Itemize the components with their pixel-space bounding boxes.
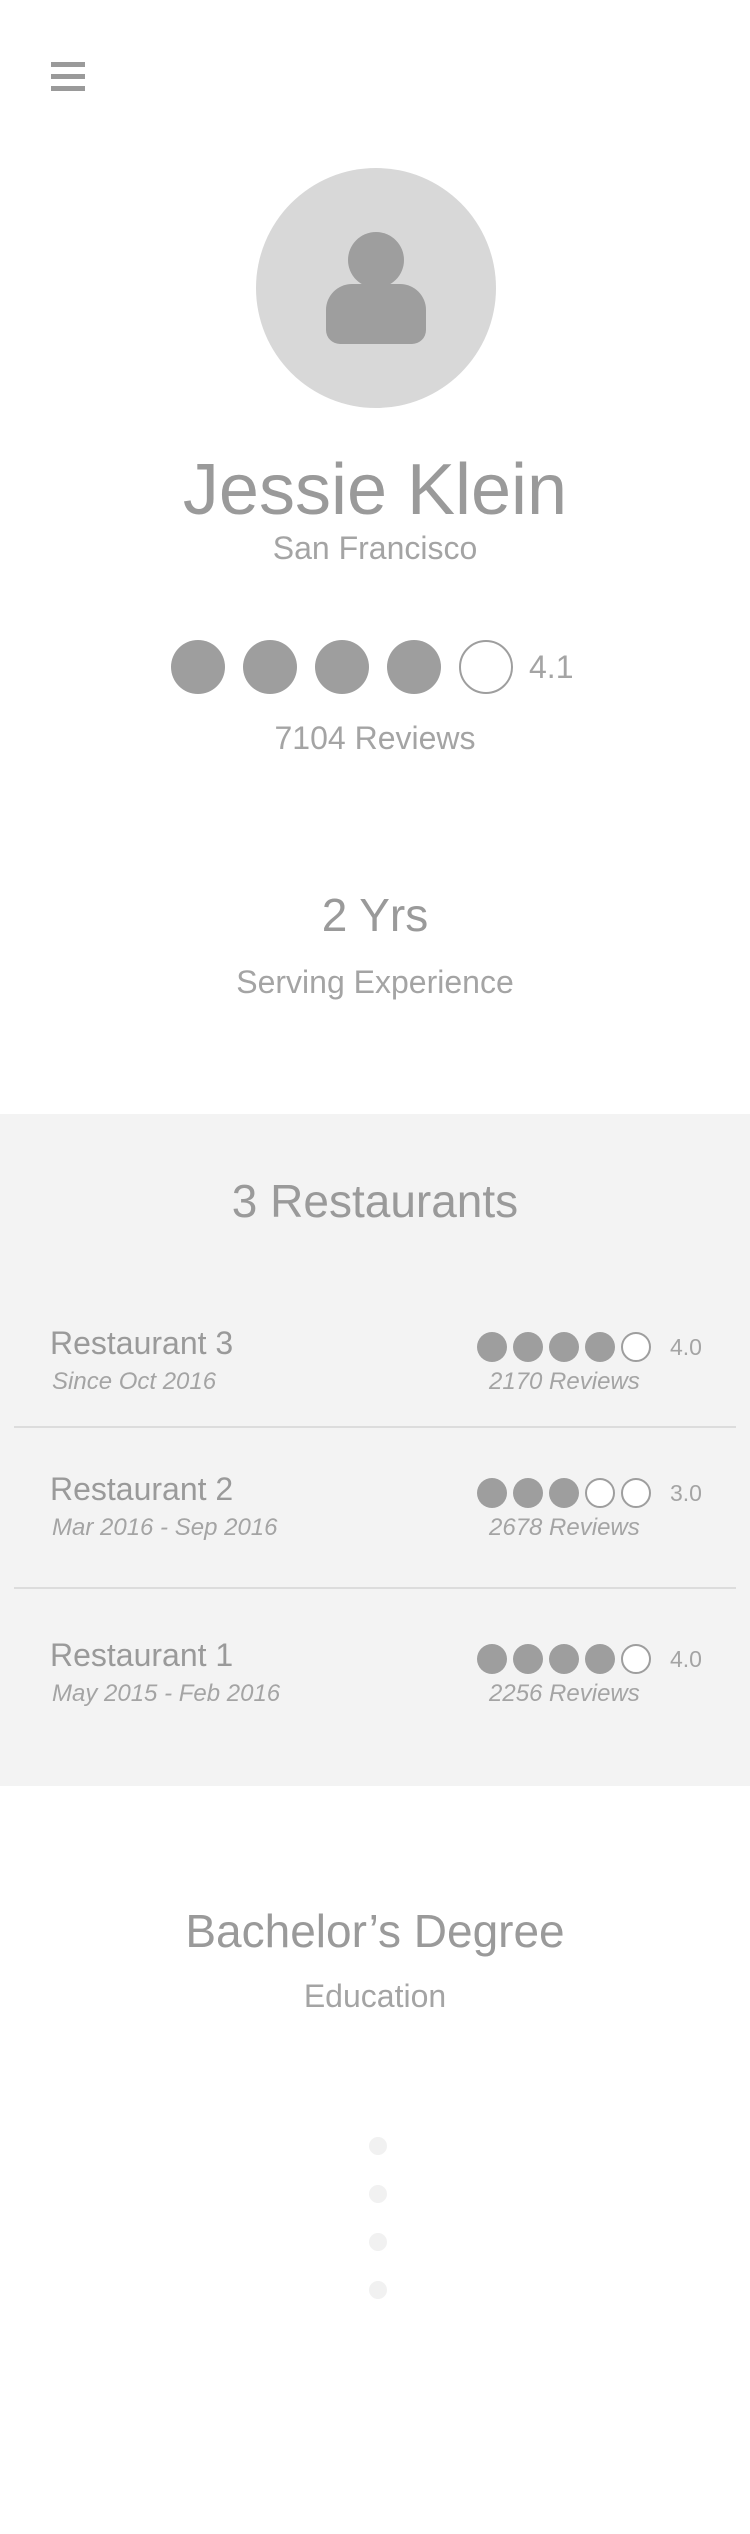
restaurant-dates: Since Oct 2016	[52, 1368, 217, 1395]
restaurant-dates: May 2015 - Feb 2016	[52, 1680, 281, 1707]
divider	[14, 1587, 736, 1589]
rating-star-icon	[477, 1332, 507, 1362]
user-silhouette-body	[326, 284, 426, 344]
menu-bar	[51, 62, 85, 67]
rating-star-icon	[477, 1478, 507, 1508]
restaurant-rating-score: 4.0	[670, 1333, 702, 1360]
restaurant-name: Restaurant 2	[50, 1471, 234, 1507]
restaurant-rating-score: 3.0	[670, 1479, 702, 1506]
rating-star-icon	[171, 640, 225, 694]
rating-star-icon	[549, 1478, 579, 1508]
restaurants-title: 3 Restaurants	[231, 1175, 519, 1227]
rating-star-icon	[513, 1332, 543, 1362]
restaurant-reviews: 2170 Reviews	[489, 1368, 640, 1395]
profile-page: Jessie Klein San Francisco 4.1 7104 Revi…	[0, 0, 750, 2534]
rating-star-empty-icon	[585, 1478, 615, 1508]
restaurant-name: Restaurant 1	[50, 1637, 234, 1673]
restaurant-reviews: 2256 Reviews	[489, 1680, 640, 1707]
loading-dots-icon	[369, 2137, 387, 2299]
loading-dot	[369, 2185, 387, 2203]
rating-star-empty-icon	[621, 1644, 651, 1674]
rating-star-empty-icon	[459, 640, 513, 694]
rating-score: 4.1	[529, 648, 574, 685]
restaurant-row[interactable]: Restaurant 3 Since Oct 2016 4.0 2170 Rev…	[14, 1323, 736, 1463]
rating-star-icon	[243, 640, 297, 694]
rating-star-icon	[549, 1332, 579, 1362]
restaurant-rating-score: 4.0	[670, 1645, 702, 1672]
hamburger-menu-icon[interactable]	[51, 62, 85, 92]
experience-label: Serving Experience	[236, 964, 514, 1000]
restaurant-reviews: 2678 Reviews	[489, 1514, 640, 1541]
loading-dot	[369, 2233, 387, 2251]
restaurant-row[interactable]: Restaurant 1 May 2015 - Feb 2016 4.0 225…	[14, 1635, 736, 1775]
profile-city: San Francisco	[272, 530, 478, 566]
loading-dot	[369, 2137, 387, 2155]
rating-star-icon	[585, 1332, 615, 1362]
profile-name: Jessie Klein	[182, 450, 568, 530]
loading-dot	[369, 2281, 387, 2299]
restaurant-name: Restaurant 3	[50, 1325, 234, 1361]
rating-star-icon	[513, 1644, 543, 1674]
rating-star-empty-icon	[621, 1478, 651, 1508]
restaurant-rating: 4.0	[477, 1644, 702, 1674]
education-value: Bachelor’s Degree	[185, 1905, 565, 1957]
rating-star-icon	[549, 1644, 579, 1674]
rating-star-icon	[513, 1478, 543, 1508]
divider	[14, 1426, 736, 1428]
restaurant-dates: Mar 2016 - Sep 2016	[52, 1514, 278, 1541]
rating-star-empty-icon	[621, 1332, 651, 1362]
restaurant-rating: 3.0	[477, 1478, 702, 1508]
restaurant-rating: 4.0	[477, 1332, 702, 1362]
avatar[interactable]	[256, 168, 496, 408]
education-label: Education	[303, 1978, 447, 2014]
rating-star-icon	[387, 640, 441, 694]
menu-bar	[51, 86, 85, 91]
user-silhouette-icon	[348, 232, 404, 288]
rating-star-icon	[315, 640, 369, 694]
profile-rating: 4.1	[171, 640, 573, 694]
rating-star-icon	[477, 1644, 507, 1674]
menu-bar	[51, 74, 85, 79]
experience-value: 2 Yrs	[321, 889, 429, 941]
rating-star-icon	[585, 1644, 615, 1674]
review-count[interactable]: 7104 Reviews	[0, 718, 750, 758]
